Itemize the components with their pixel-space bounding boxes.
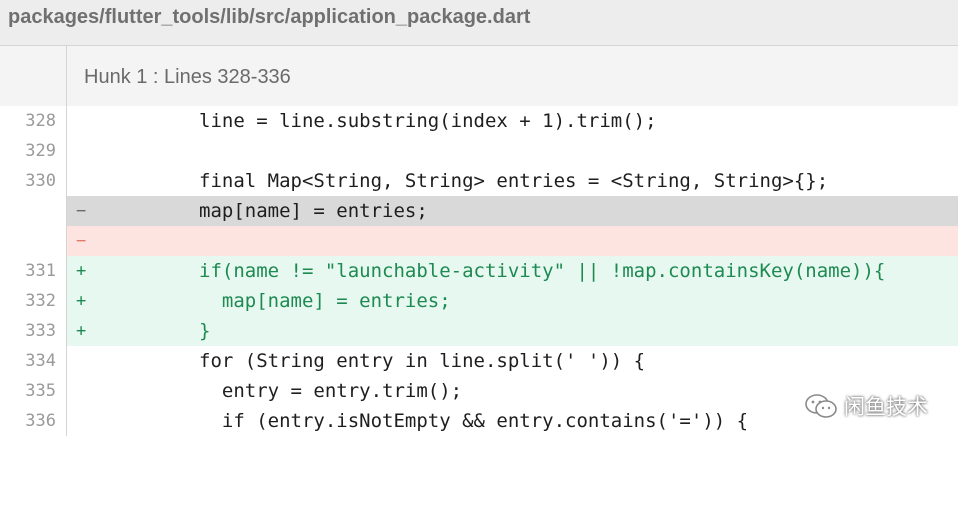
added-line: 331 + if(name != "launchable-activity" |…	[0, 256, 958, 286]
code-cell[interactable]: line = line.substring(index + 1).trim();	[67, 106, 958, 136]
code-text: }	[199, 320, 211, 342]
minus-sign: −	[76, 231, 87, 251]
code-text: if (entry.isNotEmpty && entry.contains('…	[199, 410, 749, 432]
removed-line: −	[0, 226, 958, 256]
code-cell[interactable]: + }	[67, 316, 958, 346]
code-cell[interactable]: − map[name] = entries;	[67, 196, 958, 226]
code-cell[interactable]	[67, 136, 958, 166]
line-number: 328	[0, 106, 67, 136]
code-cell[interactable]: for (String entry in line.split(' ')) {	[67, 346, 958, 376]
line-number: 332	[0, 286, 67, 316]
code-text: map[name] = entries;	[199, 200, 428, 222]
added-line: 333 + }	[0, 316, 958, 346]
plus-sign: +	[76, 321, 87, 341]
hunk-gutter	[0, 46, 67, 106]
diff-line: 334 for (String entry in line.split(' ')…	[0, 346, 958, 376]
plus-sign: +	[76, 291, 87, 311]
watermark-text: 闲鱼技术	[844, 395, 928, 419]
line-number: 330	[0, 166, 67, 196]
line-number: 336	[0, 406, 67, 436]
code-cell[interactable]: + map[name] = entries;	[67, 286, 958, 316]
code-text: map[name] = entries;	[199, 290, 451, 312]
watermark: 闲鱼技术	[804, 391, 928, 421]
code-text: if(name != "launchable-activity" || !map…	[199, 260, 886, 282]
hunk-title[interactable]: Hunk 1 : Lines 328-336	[84, 66, 291, 89]
code-cell[interactable]: + if(name != "launchable-activity" || !m…	[67, 256, 958, 286]
minus-sign: −	[76, 201, 87, 221]
diff-line: 328 line = line.substring(index + 1).tri…	[0, 106, 958, 136]
line-number: 333	[0, 316, 67, 346]
line-number: 329	[0, 136, 67, 166]
code-text: for (String entry in line.split(' ')) {	[199, 350, 646, 372]
code-text: line = line.substring(index + 1).trim();	[199, 110, 657, 132]
removed-line: − map[name] = entries;	[0, 196, 958, 226]
code-text: entry = entry.trim();	[199, 380, 463, 402]
wechat-icon	[805, 394, 837, 418]
line-number	[0, 226, 67, 256]
diff-line: 329	[0, 136, 958, 166]
line-number: 331	[0, 256, 67, 286]
file-path[interactable]: packages/flutter_tools/lib/src/applicati…	[8, 6, 530, 29]
line-number: 335	[0, 376, 67, 406]
plus-sign: +	[76, 261, 87, 281]
code-text: final Map<String, String> entries = <Str…	[199, 170, 829, 192]
line-number: 334	[0, 346, 67, 376]
file-header: packages/flutter_tools/lib/src/applicati…	[0, 0, 958, 46]
added-line: 332 + map[name] = entries;	[0, 286, 958, 316]
diff-line: 330 final Map<String, String> entries = …	[0, 166, 958, 196]
diff-view: 328 line = line.substring(index + 1).tri…	[0, 106, 958, 436]
code-cell[interactable]: final Map<String, String> entries = <Str…	[67, 166, 958, 196]
line-number	[0, 196, 67, 226]
code-cell[interactable]: −	[67, 226, 958, 256]
hunk-header: Hunk 1 : Lines 328-336	[0, 46, 958, 106]
